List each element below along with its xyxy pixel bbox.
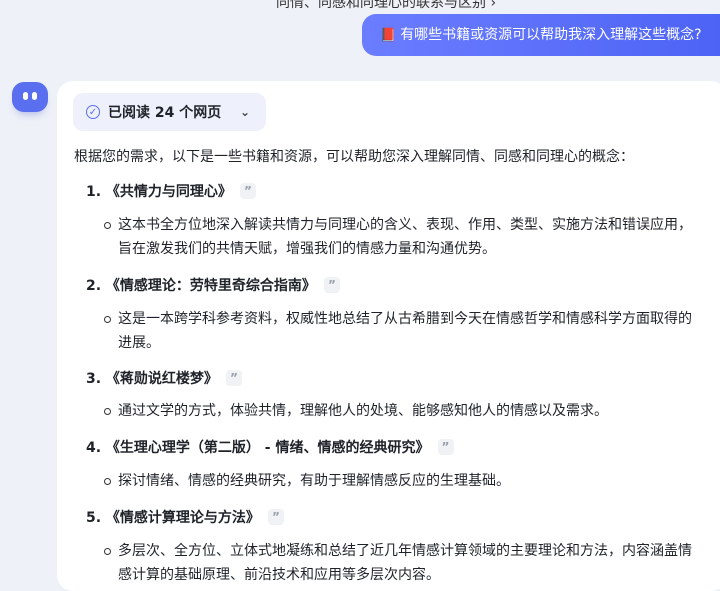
user-message-bubble: 📕 有哪些书籍或资源可以帮助我深入理解这些概念?	[362, 14, 720, 56]
book-title-text: 5. 《情感计算理论与方法》	[86, 510, 260, 526]
description-text: 多层次、全方位、立体式地凝练和总结了近几年情感计算领域的主要理论和方法，内容涵盖…	[118, 543, 692, 583]
description-text: 探讨情绪、情感的经典研究，有助于理解情感反应的生理基础。	[118, 473, 510, 489]
citation-quote-icon[interactable]: ”	[239, 183, 256, 199]
book-icon: 📕	[380, 28, 397, 43]
previous-question-text: 同情、同感和同理心的联系与区别 ›	[276, 0, 497, 11]
bullet-dot	[104, 478, 111, 485]
read-sources-label: 已阅读 24 个网页	[108, 105, 222, 121]
check-circle-icon: ✓	[86, 105, 100, 119]
citation-quote-icon[interactable]: ”	[225, 370, 242, 386]
citation-quote-icon[interactable]: ”	[437, 439, 454, 455]
book-item-title: 2. 《情感理论：劳特里奇综合指南》 ”	[86, 275, 340, 295]
user-message-text: 有哪些书籍或资源可以帮助我深入理解这些概念?	[400, 27, 702, 43]
book-title-text: 3. 《蒋勋说红楼梦》	[86, 371, 218, 387]
chevron-down-icon: ⌄	[239, 105, 250, 119]
description-text: 通过文学的方式，体验共情，理解他人的处境、能够感知他人的情感以及需求。	[118, 403, 608, 419]
book-item-title: 4. 《生理心理学（第二版） - 情绪、情感的经典研究》 ”	[86, 437, 454, 457]
book-item-description: 这是一本跨学科参考资料，权威性地总结了从古希腊到今天在情感哲学和情感科学方面取得…	[104, 307, 700, 355]
bullet-dot	[104, 316, 111, 323]
book-title-text: 2. 《情感理论：劳特里奇综合指南》	[86, 278, 316, 294]
avatar-eye-left	[23, 92, 28, 100]
book-title-text: 1. 《共情力与同理心》	[86, 184, 232, 200]
book-item-description: 这本书全方位地深入解读共情力与同理心的含义、表现、作用、类型、实施方法和错误应用…	[104, 213, 700, 261]
citation-quote-icon[interactable]: ”	[323, 277, 340, 293]
book-title-text: 4. 《生理心理学（第二版） - 情绪、情感的经典研究》	[86, 440, 430, 456]
read-sources-button[interactable]: ✓ 已阅读 24 个网页 ⌄	[73, 93, 266, 131]
bullet-dot	[104, 548, 111, 555]
book-item-description: 多层次、全方位、立体式地凝练和总结了近几年情感计算领域的主要理论和方法，内容涵盖…	[104, 539, 700, 587]
assistant-avatar	[12, 82, 48, 112]
bullet-dot	[104, 222, 111, 229]
avatar-eye-right	[32, 92, 37, 100]
bullet-dot	[104, 408, 111, 415]
book-item-description: 探讨情绪、情感的经典研究，有助于理解情感反应的生理基础。	[104, 469, 700, 493]
book-item-title: 3. 《蒋勋说红楼梦》 ”	[86, 368, 242, 388]
response-intro: 根据您的需求，以下是一些书籍和资源，可以帮助您深入理解同情、同感和同理心的概念：	[74, 149, 634, 165]
book-item-title: 5. 《情感计算理论与方法》 ”	[86, 507, 284, 527]
description-text: 这本书全方位地深入解读共情力与同理心的含义、表现、作用、类型、实施方法和错误应用…	[118, 217, 692, 257]
book-item-title: 1. 《共情力与同理心》 ”	[86, 181, 256, 201]
description-text: 这是一本跨学科参考资料，权威性地总结了从古希腊到今天在情感哲学和情感科学方面取得…	[118, 311, 692, 351]
book-item-description: 通过文学的方式，体验共情，理解他人的处境、能够感知他人的情感以及需求。	[104, 399, 700, 423]
citation-quote-icon[interactable]: ”	[267, 509, 284, 525]
